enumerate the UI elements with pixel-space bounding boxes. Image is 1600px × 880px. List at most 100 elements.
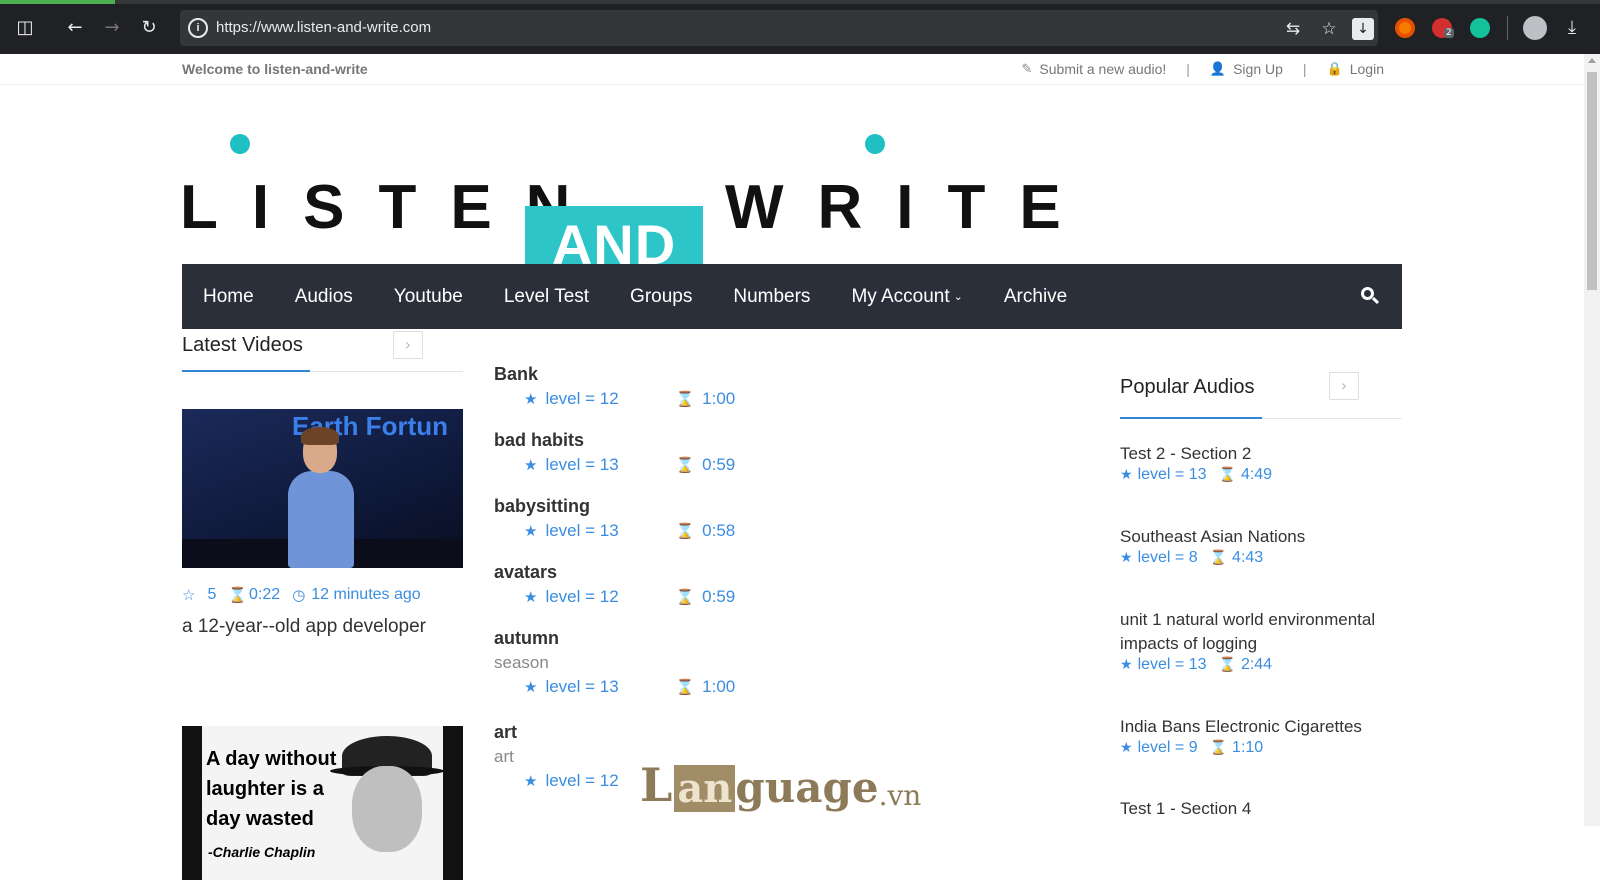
browser-toolbar: ◫ ← → ↻ i https://www.listen-and-write.c… (0, 0, 1600, 54)
submit-audio-label[interactable]: Submit a new audio! (1039, 61, 1166, 77)
list-item[interactable]: Southeast Asian Nations ★ level = 8 ⌛ 4:43 (1120, 525, 1410, 567)
edit-icon: ✎ (1021, 61, 1033, 77)
nav-archive[interactable]: Archive (1004, 286, 1067, 308)
level-star-icon: ★ (1120, 467, 1133, 483)
nav-my-account[interactable]: My Account ⌄ (851, 286, 962, 308)
audio-duration: 1:00 (702, 389, 736, 408)
sign-up-link[interactable]: 👤 Sign Up (1210, 61, 1283, 77)
audio-title[interactable]: art (494, 722, 702, 743)
profile-avatar[interactable] (1523, 16, 1547, 40)
login-label[interactable]: Login (1350, 61, 1384, 77)
page-scrollbar[interactable] (1584, 54, 1600, 826)
audio-title[interactable]: avatars (494, 562, 735, 583)
extension-chrome-icon[interactable] (1395, 18, 1415, 38)
video-stars: 5 (207, 586, 217, 603)
list-item[interactable]: India Bans Electronic Cigarettes ★ level … (1120, 715, 1410, 757)
site-logo[interactable]: LISTEN AND WRITE (180, 134, 1061, 284)
audio-title[interactable]: bad habits (494, 430, 735, 451)
audio-title[interactable]: Bank (494, 364, 735, 385)
nav-youtube[interactable]: Youtube (394, 286, 463, 308)
list-item[interactable]: Test 2 - Section 2 ★ level = 13 ⌛ 4:49 (1120, 442, 1410, 484)
popular-audio-title[interactable]: Test 2 - Section 2 (1120, 442, 1410, 466)
extension-badge: 2 (1444, 28, 1454, 38)
list-item[interactable]: autumn season ★ level = 13 ⌛ 1:00 (494, 628, 735, 697)
logo-word-write: WRITE (725, 173, 1095, 242)
list-item[interactable]: babysitting ★ level = 13 ⌛ 0:58 (494, 496, 735, 541)
hourglass-icon: ⌛ (1209, 740, 1228, 756)
sign-up-label[interactable]: Sign Up (1233, 61, 1283, 77)
nav-level-test[interactable]: Level Test (504, 286, 589, 308)
clock-icon: ◷ (292, 586, 306, 604)
level-star-icon: ★ (524, 390, 538, 408)
web-page: Welcome to listen-and-write ✎ Submit a n… (0, 54, 1584, 880)
bookmark-star-icon[interactable]: ☆ (1318, 18, 1340, 40)
extension-grammarly-icon[interactable] (1470, 18, 1490, 38)
audio-title[interactable]: autumn (494, 628, 735, 649)
list-item[interactable]: unit 1 natural world environmental impac… (1120, 608, 1410, 674)
audio-level: level = 13 (545, 677, 619, 696)
nav-home[interactable]: Home (203, 286, 254, 308)
nav-groups[interactable]: Groups (630, 286, 692, 308)
audio-level: level = 12 (545, 587, 619, 606)
nav-audios[interactable]: Audios (295, 286, 353, 308)
audio-duration: 0:59 (702, 587, 736, 606)
reload-icon[interactable]: ↻ (137, 16, 161, 40)
downloads-icon[interactable]: ⤓ (1560, 16, 1584, 40)
top-link-separator: | (1302, 61, 1307, 77)
sidebar-toggle-icon[interactable]: ◫ (13, 16, 37, 40)
audio-level: level = 12 (545, 389, 619, 408)
list-item[interactable]: Bank ★ level = 12 ⌛ 1:00 (494, 364, 735, 409)
search-icon[interactable] (1360, 286, 1380, 306)
popular-audio-title[interactable]: Southeast Asian Nations (1120, 525, 1410, 549)
video-thumbnail[interactable]: A day without laughter is a day wasted -… (182, 726, 463, 880)
hourglass-icon: ⌛ (675, 588, 695, 606)
quote-line: A day without (206, 748, 337, 770)
watermark-letter: L (640, 758, 673, 812)
latest-videos-next-button[interactable]: › (393, 331, 423, 359)
top-link-separator: | (1186, 61, 1190, 77)
submit-audio-link[interactable]: ✎ Submit a new audio! (1022, 61, 1167, 77)
level-star-icon: ★ (524, 678, 538, 696)
popular-audio-title[interactable]: Test 1 - Section 4 (1120, 797, 1410, 821)
top-info-bar: Welcome to listen-and-write ✎ Submit a n… (0, 54, 1584, 85)
hourglass-icon: ⌛ (675, 522, 695, 540)
popular-audio-title[interactable]: India Bans Electronic Cigarettes (1120, 715, 1410, 739)
popular-audios-next-button[interactable]: › (1329, 372, 1359, 400)
list-item[interactable]: Test 1 - Section 4 (1120, 797, 1410, 821)
language-vn-watermark: L an guage .vn (640, 752, 921, 812)
toolbar-separator (1507, 16, 1508, 40)
level-star-icon: ★ (1120, 657, 1133, 673)
video-duration: 0:22 (249, 586, 281, 603)
scrollbar-thumb[interactable] (1587, 72, 1597, 290)
back-arrow-icon[interactable]: ← (63, 16, 87, 40)
download-page-icon[interactable]: ↓ (1352, 18, 1374, 40)
popular-audios-heading: Popular Audios (1120, 376, 1255, 398)
url-text[interactable]: https://www.listen-and-write.com (216, 19, 431, 36)
extension-adblock-icon[interactable]: 2 (1432, 18, 1454, 38)
hourglass-icon: ⌛ (228, 586, 248, 604)
watermark-boxed: an (674, 765, 736, 812)
forward-arrow-icon[interactable]: → (100, 16, 124, 40)
popular-audio-title[interactable]: unit 1 natural world environmental impac… (1120, 608, 1410, 656)
audio-title[interactable]: babysitting (494, 496, 735, 517)
tab-strip (0, 0, 1600, 4)
list-item[interactable]: avatars ★ level = 12 ⌛ 0:59 (494, 562, 735, 607)
video-thumbnail[interactable]: Earth Fortun (182, 409, 463, 568)
audio-duration: 0:59 (702, 455, 736, 474)
list-item[interactable]: bad habits ★ level = 13 ⌛ 0:59 (494, 430, 735, 475)
scroll-up-arrow-icon[interactable] (1588, 58, 1596, 63)
hourglass-icon: ⌛ (675, 390, 695, 408)
popular-audio-duration: 4:43 (1232, 549, 1264, 566)
audio-subtitle: season (494, 653, 549, 672)
video-title[interactable]: a 12-year--old app developer (182, 616, 426, 638)
main-nav: Home Audios Youtube Level Test Groups Nu… (182, 264, 1402, 329)
site-info-icon[interactable]: i (188, 18, 208, 38)
chevron-down-icon: ⌄ (953, 290, 963, 303)
nav-my-account-label[interactable]: My Account (851, 286, 949, 308)
login-link[interactable]: 🔒 Login (1327, 61, 1384, 77)
audio-level: level = 13 (545, 521, 619, 540)
address-bar[interactable]: i https://www.listen-and-write.com ⇆ ☆ ↓ (180, 10, 1378, 46)
level-star-icon: ★ (1120, 550, 1133, 566)
translate-icon[interactable]: ⇆ (1282, 18, 1304, 40)
nav-numbers[interactable]: Numbers (733, 286, 810, 308)
